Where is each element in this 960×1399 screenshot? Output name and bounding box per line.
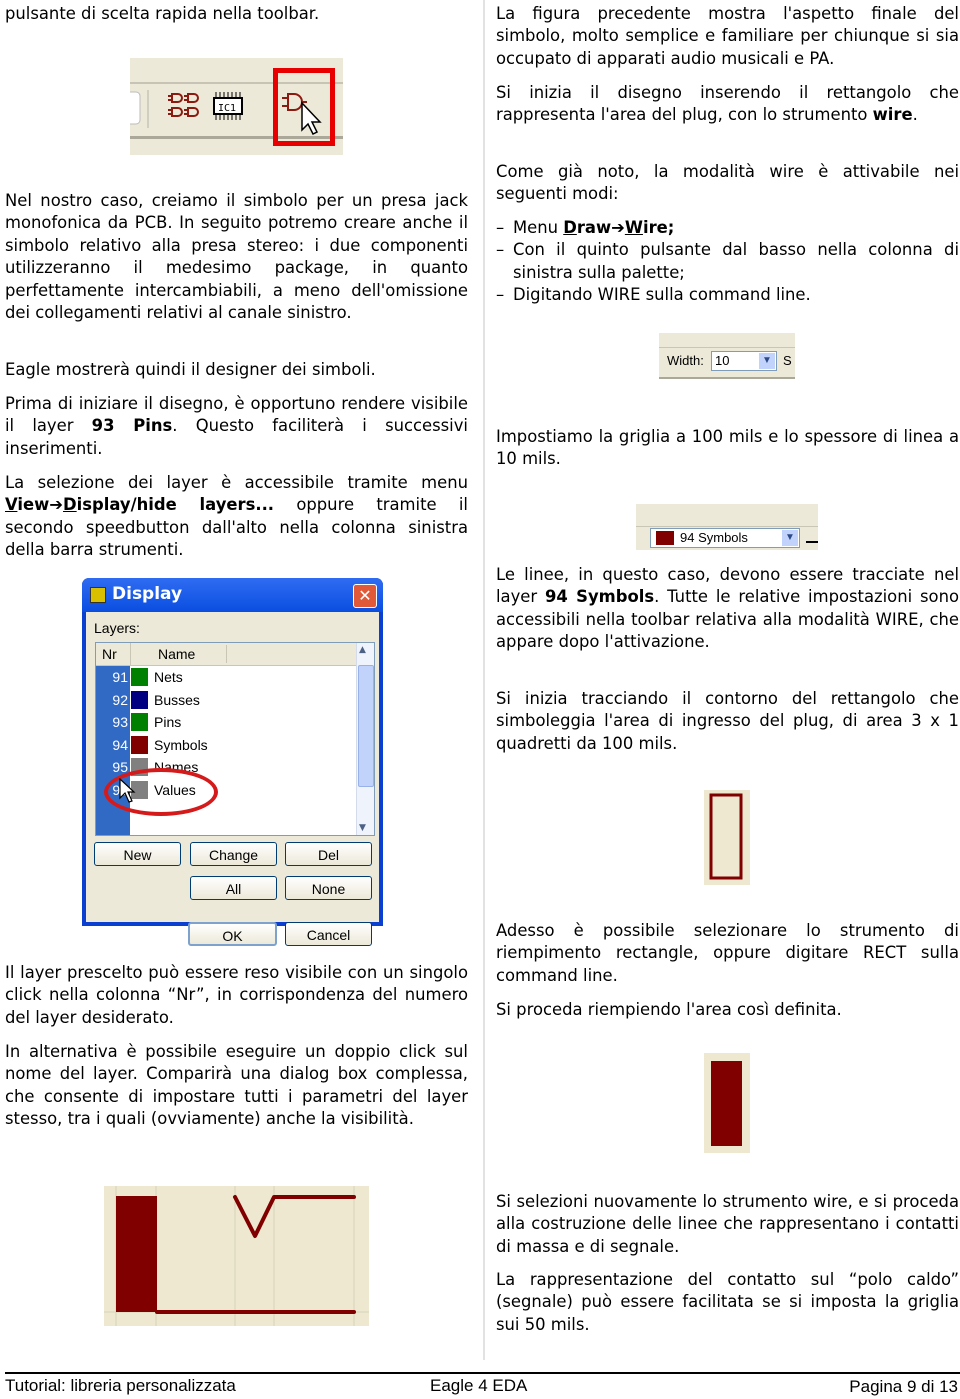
app-icon bbox=[90, 587, 106, 603]
layer-nr[interactable]: 93 bbox=[96, 711, 130, 734]
layer-row[interactable]: 92 Busses bbox=[96, 688, 356, 712]
filled-rect-drawing bbox=[711, 1061, 742, 1146]
highlight-box bbox=[273, 68, 335, 146]
layer-color-swatch bbox=[131, 690, 148, 709]
width-select[interactable]: 10 ▼ bbox=[711, 351, 777, 371]
layer-name[interactable]: Nets bbox=[154, 666, 183, 688]
dialog-body: Layers: Nr Name 91 Nets 92 Busses 93 Pin… bbox=[86, 612, 379, 946]
scroll-down-icon[interactable]: ▼ bbox=[359, 823, 366, 833]
ic-chip-icon: IC1 bbox=[213, 92, 243, 120]
dialog-title: Display bbox=[112, 584, 183, 604]
paragraph-outline: Si inizia tracciando il contorno del ret… bbox=[496, 689, 959, 753]
list-item: – Con il quinto pulsante dal basso nella … bbox=[496, 240, 959, 282]
wire-modes-list: – Menu Draw➔Wire; – Con il quinto pulsante… bbox=[496, 217, 959, 307]
column-header-name[interactable]: Name bbox=[158, 646, 195, 662]
paragraph-grid-setting: Impostiamo la griglia a 100 mils e lo sp… bbox=[496, 427, 959, 469]
plug-area-rect bbox=[116, 1196, 157, 1312]
symbol-final-canvas bbox=[104, 1186, 369, 1326]
column-divider bbox=[483, 0, 485, 1360]
layer-name[interactable]: Busses bbox=[154, 689, 200, 711]
layer-color-swatch bbox=[131, 668, 148, 686]
outline-rect bbox=[709, 793, 743, 880]
paragraph-rect-tool: Adesso è possibile selezionare lo strume… bbox=[496, 921, 959, 985]
signal-contact-line bbox=[233, 1195, 356, 1238]
jack-symbol-drawing bbox=[104, 1186, 369, 1326]
page-number: Pagina 9 di 13 bbox=[849, 1377, 958, 1396]
layer-color-swatch bbox=[131, 735, 148, 754]
layer-toolbar: 94 Symbols ▼ bbox=[636, 504, 818, 550]
ok-button[interactable]: OK bbox=[188, 922, 277, 946]
close-button[interactable]: ✕ bbox=[353, 584, 377, 608]
paragraph-start-drawing: Si inizia il disegno inserendo il rettan… bbox=[496, 83, 959, 125]
width-toolbar: Width: 10 ▼ S bbox=[659, 333, 795, 379]
outline-canvas bbox=[704, 790, 750, 885]
scrollbar-thumb[interactable] bbox=[358, 665, 374, 787]
column-header-nr[interactable]: Nr bbox=[102, 646, 117, 662]
paragraph-toolbar-shortcut: pulsante di scelta rapida nella toolbar. bbox=[5, 4, 320, 23]
line-style-icon[interactable] bbox=[806, 541, 818, 543]
filled-canvas bbox=[704, 1053, 750, 1153]
toolbar-screenshot: IC1 bbox=[130, 58, 343, 155]
layer-nr[interactable]: 94 bbox=[96, 733, 130, 757]
paragraph-final-look: La figura precedente mostra l'aspetto fi… bbox=[496, 4, 959, 68]
layer-select[interactable]: 94 Symbols ▼ bbox=[650, 528, 800, 548]
layer-nr[interactable]: 92 bbox=[96, 688, 130, 712]
filled-rect bbox=[711, 1061, 742, 1146]
layer-nr[interactable]: 91 bbox=[96, 666, 130, 689]
layers-label: Layers: bbox=[94, 620, 140, 636]
paragraph-fill: Si proceda riempiendo l'area così defini… bbox=[496, 1000, 842, 1019]
paragraph-layer-menu: La selezione dei layer è accessibile tra… bbox=[5, 473, 468, 560]
paragraph-hot-pole: La rappresentazione del contatto sul “po… bbox=[496, 1270, 959, 1334]
new-button[interactable]: New bbox=[94, 842, 181, 866]
paragraph-double-click: In alternativa è possibile eseguire un d… bbox=[5, 1042, 468, 1129]
layer-row[interactable]: 91 Nets bbox=[96, 666, 356, 689]
svg-text:IC1: IC1 bbox=[218, 103, 236, 114]
layer-color-swatch bbox=[656, 531, 674, 545]
layer-name[interactable]: Symbols bbox=[154, 734, 208, 756]
chevron-down-icon[interactable]: ▼ bbox=[759, 353, 775, 369]
layer-name[interactable]: Pins bbox=[154, 711, 181, 733]
chevron-down-icon[interactable]: ▼ bbox=[782, 530, 798, 546]
paragraph-layer-visible: Prima di iniziare il disegno, è opportun… bbox=[5, 394, 468, 458]
menu-path-view-display: View➔Display/hide layers... bbox=[5, 495, 275, 515]
paragraph-wire-again: Si selezioni nuovamente lo strumento wir… bbox=[496, 1192, 959, 1256]
all-button[interactable]: All bbox=[190, 876, 277, 900]
paragraph-symbols-layer: Le linee, in questo caso, devono essere … bbox=[496, 565, 959, 652]
display-dialog: Display ✕ Layers: Nr Name 91 Nets 92 Bus… bbox=[82, 578, 383, 946]
paragraph-designer: Eagle mostrerà quindi il designer dei si… bbox=[5, 360, 376, 379]
paragraph-symbol-intro: Nel nostro caso, creiamo il simbolo per … bbox=[5, 191, 468, 323]
style-label-partial: S bbox=[783, 353, 792, 368]
scroll-up-icon[interactable]: ▲ bbox=[359, 645, 366, 655]
layer-row[interactable]: 93 Pins bbox=[96, 711, 356, 734]
list-item: – Digitando WIRE sulla command line. bbox=[496, 285, 811, 305]
del-button[interactable]: Del bbox=[285, 842, 372, 866]
gates-icon bbox=[168, 93, 199, 117]
change-button[interactable]: Change bbox=[190, 842, 277, 866]
layer-color-swatch bbox=[131, 713, 148, 732]
mouse-cursor-icon bbox=[119, 778, 136, 803]
partial-button-icon bbox=[130, 91, 141, 125]
list-header: Nr Name bbox=[96, 643, 356, 666]
layer-row[interactable]: 94 Symbols bbox=[96, 733, 356, 757]
list-scrollbar[interactable]: ▲ ▼ bbox=[356, 643, 374, 835]
paragraph-single-click: Il layer prescelto può essere reso visib… bbox=[5, 963, 468, 1027]
paragraph-wire-modes: Come già noto, la modalità wire è attiva… bbox=[496, 162, 959, 204]
none-button[interactable]: None bbox=[285, 876, 372, 900]
cancel-button[interactable]: Cancel bbox=[285, 922, 372, 946]
footer-rule bbox=[5, 1372, 960, 1374]
width-label: Width: bbox=[667, 353, 704, 368]
footer-title: Tutorial: libreria personalizzata bbox=[5, 1376, 236, 1395]
list-item: – Menu Draw➔Wire; bbox=[496, 218, 675, 237]
outline-rect-drawing bbox=[709, 793, 743, 880]
footer-product: Eagle 4 EDA bbox=[430, 1376, 528, 1395]
layers-list: Nr Name 91 Nets 92 Busses 93 Pins 94 Sym… bbox=[95, 642, 375, 836]
dialog-titlebar: Display ✕ bbox=[82, 578, 383, 612]
